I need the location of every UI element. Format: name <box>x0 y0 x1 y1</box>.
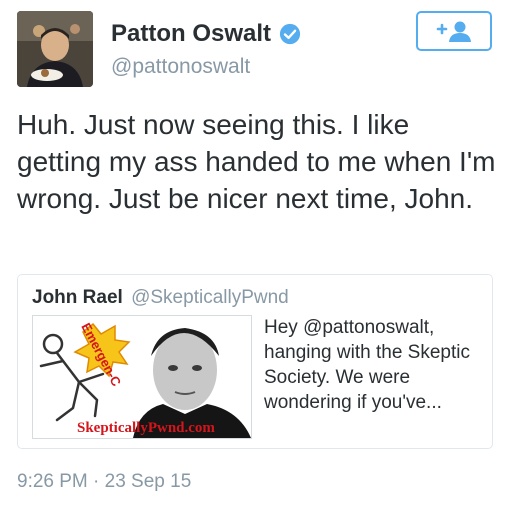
skepticallypwnd-watermark: SkepticallyPwnd.com <box>77 420 215 436</box>
quoted-tweet-card[interactable]: John Rael @SkepticallyPwnd Emergen-C Ske… <box>17 274 493 449</box>
quoted-tweet-author: John Rael @SkepticallyPwnd <box>32 287 289 309</box>
author-handle[interactable]: @pattonoswalt <box>111 55 250 79</box>
tweet-text: Huh. Just now seeing this. I like gettin… <box>17 109 496 214</box>
follow-button[interactable] <box>416 11 492 51</box>
author-name-row: Patton Oswalt <box>111 20 301 48</box>
add-user-icon <box>436 21 471 42</box>
avatar-photo <box>17 11 93 87</box>
author-name[interactable]: Patton Oswalt <box>111 20 271 48</box>
quoted-tweet-text: Hey @pattonoswalt, hanging with the Skep… <box>264 317 470 413</box>
verified-badge-icon <box>279 23 301 45</box>
quoted-tweet-image[interactable]: Emergen-C SkepticallyPwnd.com <box>32 315 252 439</box>
tweet-timestamp[interactable]: 9:26 PM · 23 Sep 15 <box>17 471 191 493</box>
quoted-author-handle: @SkepticallyPwnd <box>131 287 289 308</box>
avatar[interactable] <box>17 11 93 87</box>
quoted-image-graphic: Emergen-C SkepticallyPwnd.com <box>33 316 251 438</box>
quoted-author-name: John Rael <box>32 287 123 308</box>
